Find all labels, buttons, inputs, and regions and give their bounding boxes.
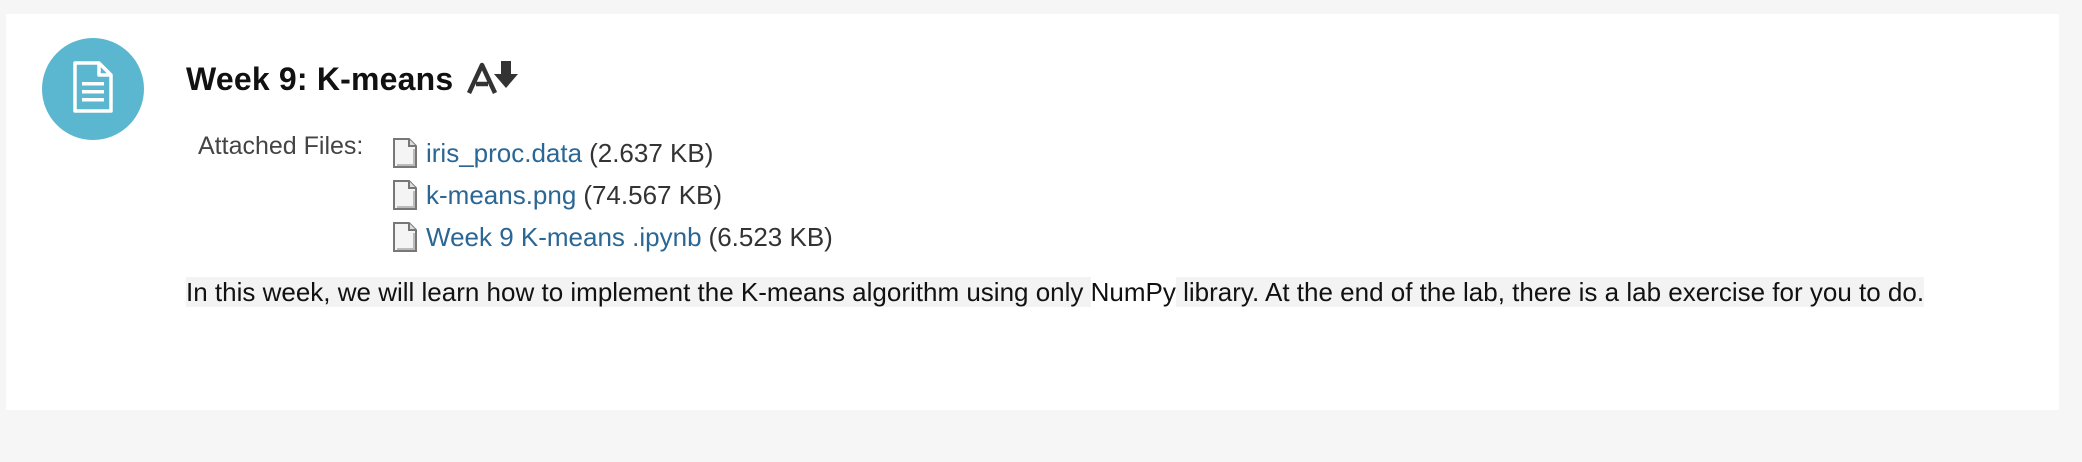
attached-file-row: k-means.png (74.567 KB) <box>392 174 833 216</box>
attached-file-row: Week 9 K-means .ipynb (6.523 KB) <box>392 216 833 258</box>
attached-files-label: Attached Files: <box>198 132 364 160</box>
content-item-card: Week 9: K-means Attached Files: iris_pro… <box>6 14 2059 410</box>
attached-files-list: iris_proc.data (2.637 KB) k-means.png (7… <box>392 132 833 258</box>
description-text: library. At the end of the lab, there is… <box>1175 277 1925 307</box>
content-description: In this week, we will learn how to imple… <box>186 274 1986 310</box>
mark-as-read-arrow-icon[interactable] <box>467 59 519 100</box>
file-icon <box>392 179 418 211</box>
file-link-k-means-png[interactable]: k-means.png <box>426 180 576 211</box>
file-size: (6.523 KB) <box>708 221 833 252</box>
file-link-week9-ipynb[interactable]: Week 9 K-means .ipynb <box>426 222 702 253</box>
title-row: Week 9: K-means <box>186 54 519 104</box>
file-icon <box>392 221 418 253</box>
file-size: (74.567 KB) <box>583 179 723 210</box>
file-size: (2.637 KB) <box>589 137 714 168</box>
document-icon <box>42 38 144 140</box>
file-icon <box>392 137 418 169</box>
description-text: NumPy <box>1090 277 1176 307</box>
file-link-iris-proc[interactable]: iris_proc.data <box>426 138 582 169</box>
description-text: In this week, we will learn how to imple… <box>186 277 1091 307</box>
attached-file-row: iris_proc.data (2.637 KB) <box>392 132 833 174</box>
content-title[interactable]: Week 9: K-means <box>186 61 453 98</box>
